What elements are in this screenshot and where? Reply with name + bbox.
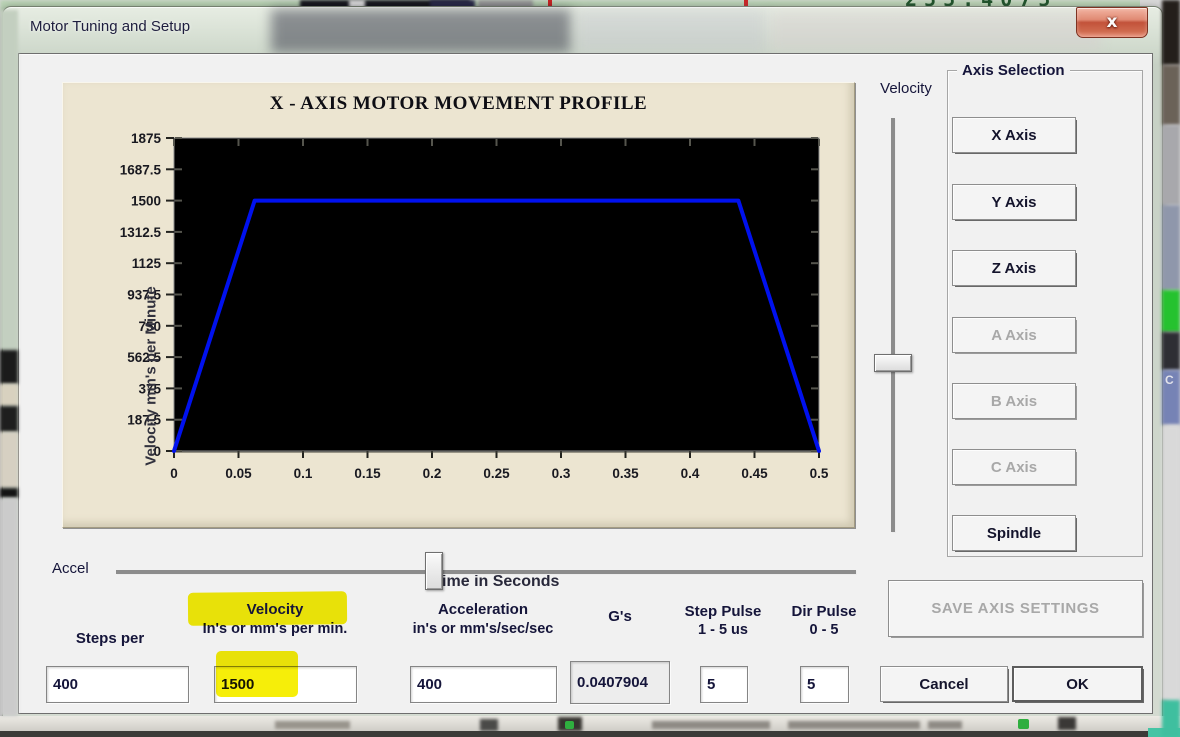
dir-pulse-sublabel: 0 - 5 (764, 622, 884, 638)
c-axis-button: C Axis (952, 449, 1076, 485)
background-blob (788, 721, 920, 729)
close-icon: x (1107, 12, 1118, 32)
right-edge-bleed (1162, 125, 1180, 205)
svg-text:0.25: 0.25 (483, 466, 510, 481)
left-edge-bleed (0, 498, 18, 716)
svg-text:1875: 1875 (131, 131, 162, 146)
right-edge-bleed (1162, 332, 1180, 370)
spindle-button[interactable]: Spindle (952, 515, 1076, 551)
right-edge-green-blob (1162, 290, 1180, 332)
accel-slider-thumb[interactable] (425, 552, 443, 590)
velocity-slider-track[interactable] (891, 118, 895, 532)
titlebar-glass-bleed (771, 11, 1101, 51)
left-edge-bleed (0, 406, 18, 432)
chart-y-axis-label: Velocity mm's per Minute (143, 286, 160, 465)
left-edge-bleed (0, 432, 18, 488)
titlebar-glass-bleed (576, 9, 766, 53)
left-edge-bleed (0, 488, 18, 498)
step-pulse-input[interactable] (700, 666, 748, 703)
background-blob (480, 719, 498, 731)
velocity-field-label: Velocity (185, 601, 365, 618)
velocity-value-highlight (216, 651, 298, 697)
background-blob (928, 721, 962, 729)
right-edge-bleed (1162, 0, 1180, 65)
background-green-led (565, 721, 574, 729)
svg-text:1125: 1125 (132, 256, 162, 271)
svg-text:1500: 1500 (131, 194, 161, 209)
background-blob (652, 721, 770, 729)
steps-per-input[interactable] (46, 666, 189, 703)
right-edge-bleed (1162, 205, 1180, 290)
svg-text:0.4: 0.4 (681, 466, 700, 481)
svg-text:0.45: 0.45 (741, 466, 768, 481)
acceleration-input[interactable] (410, 666, 557, 703)
accel-slider-track[interactable] (116, 570, 856, 574)
bottom-dark-edge (0, 731, 1180, 737)
background-blob (275, 721, 350, 729)
z-axis-button[interactable]: Z Axis (952, 250, 1076, 286)
svg-text:0.15: 0.15 (354, 466, 381, 481)
right-edge-letter: C (1165, 373, 1174, 387)
svg-text:0.35: 0.35 (612, 466, 639, 481)
svg-text:0.5: 0.5 (810, 466, 829, 481)
left-edge-bleed (0, 384, 18, 406)
right-edge-bleed (1162, 65, 1180, 125)
window-title: Motor Tuning and Setup (30, 18, 190, 35)
gs-label: G's (570, 608, 670, 625)
background-blob (1058, 717, 1076, 730)
motion-profile-chart: 00.050.10.150.20.250.30.350.40.450.50187… (63, 83, 854, 527)
acceleration-label: Acceleration (393, 601, 573, 618)
save-axis-settings-button: SAVE AXIS SETTINGS (888, 580, 1143, 637)
screen: 255.4075 Motor Tuning and Setup x X - AX… (0, 0, 1180, 737)
svg-text:0.1: 0.1 (294, 466, 313, 481)
x-axis-button[interactable]: X Axis (952, 117, 1076, 153)
a-axis-button: A Axis (952, 317, 1076, 353)
axis-selection-title: Axis Selection (957, 62, 1070, 79)
chart-panel: X - AXIS MOTOR MOVEMENT PROFILE 00.050.1… (62, 82, 855, 528)
svg-text:0.05: 0.05 (225, 466, 252, 481)
close-button[interactable]: x (1076, 7, 1148, 38)
left-edge-bleed (0, 350, 18, 384)
right-edge-bleed (1162, 700, 1180, 737)
left-edge-bleed (0, 10, 18, 350)
steps-per-label: Steps per (20, 630, 200, 647)
ok-button[interactable]: OK (1012, 666, 1143, 702)
dir-pulse-label: Dir Pulse (764, 603, 884, 620)
svg-text:1687.5: 1687.5 (120, 162, 162, 177)
svg-text:0: 0 (170, 466, 178, 481)
acceleration-sublabel: in's or mm's/sec/sec (393, 621, 573, 637)
velocity-slider-label: Velocity (866, 80, 946, 97)
dir-pulse-input[interactable] (800, 666, 849, 703)
b-axis-button: B Axis (952, 383, 1076, 419)
cancel-button[interactable]: Cancel (880, 666, 1008, 702)
accel-slider-label: Accel (52, 560, 89, 577)
gs-readout (570, 661, 670, 704)
y-axis-button[interactable]: Y Axis (952, 184, 1076, 220)
velocity-slider-thumb[interactable] (874, 354, 912, 372)
svg-text:0.2: 0.2 (423, 466, 442, 481)
svg-text:1312.5: 1312.5 (120, 225, 162, 240)
chart-x-axis-label: Time in Seconds (371, 573, 621, 591)
svg-text:0.3: 0.3 (552, 466, 571, 481)
titlebar-glass-bleed (271, 9, 571, 53)
right-edge-bleed (1162, 425, 1180, 700)
background-green-led (1018, 719, 1029, 729)
